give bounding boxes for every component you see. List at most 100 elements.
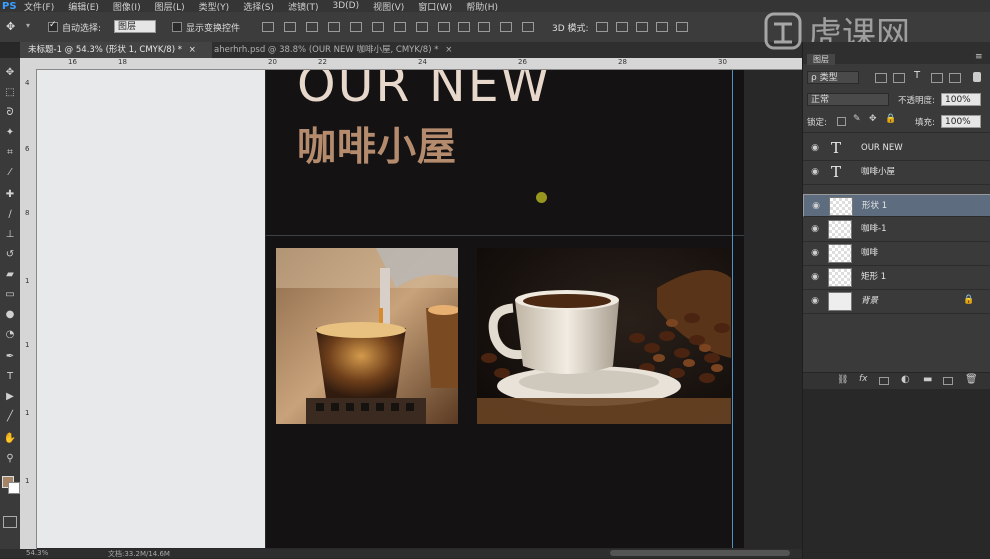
group-folder-icon[interactable]: ▬	[923, 374, 932, 385]
zoom-readout[interactable]: 54.3%	[26, 549, 48, 557]
tab-untitled[interactable]: 未标题-1 @ 54.3% (形状 1, CMYK/8) * ×	[20, 42, 212, 58]
eye-icon[interactable]: ◉	[809, 271, 821, 283]
coffee-cup-photo[interactable]	[477, 248, 731, 424]
auto-align-icon[interactable]	[522, 22, 534, 32]
menu-edit[interactable]: 编辑(E)	[68, 0, 99, 13]
guide-line[interactable]	[732, 70, 733, 548]
canvas-area[interactable]: OUR NEW 咖啡小屋	[37, 70, 802, 548]
distribute-bottom-icon[interactable]	[438, 22, 450, 32]
align-right-icon[interactable]	[372, 22, 384, 32]
layer-row-shape-1[interactable]: ◉ 形状 1	[803, 194, 990, 217]
menu-filter[interactable]: 滤镜(T)	[288, 0, 319, 13]
distribute-hcenter-icon[interactable]	[478, 22, 490, 32]
lock-all-icon[interactable]: 🔒	[885, 114, 896, 124]
gradient-tool-icon[interactable]: ▭	[2, 288, 18, 302]
shape-dot[interactable]	[536, 192, 547, 203]
path-select-icon[interactable]: ▶	[2, 390, 18, 404]
brush-tool-icon[interactable]: ∕	[2, 208, 18, 222]
tab-aherhrh[interactable]: aherhrh.psd @ 38.8% (OUR NEW 咖啡小屋, CMYK/…	[206, 42, 472, 58]
3d-roll-icon[interactable]	[616, 22, 628, 32]
type-tool-icon[interactable]: T	[2, 370, 18, 384]
menu-select[interactable]: 选择(S)	[243, 0, 274, 13]
quick-mask-icon[interactable]	[3, 516, 17, 528]
eye-icon[interactable]: ◉	[809, 247, 821, 259]
chevron-down-icon[interactable]: ▾	[26, 21, 30, 30]
layer-filter-dropdown[interactable]: ρ 类型	[807, 71, 859, 84]
menu-help[interactable]: 帮助(H)	[466, 0, 498, 13]
menu-3d[interactable]: 3D(D)	[332, 1, 359, 11]
dodge-tool-icon[interactable]: ◔	[2, 328, 18, 342]
hand-tool-icon[interactable]: ✋	[2, 432, 18, 446]
filter-smart-icon[interactable]	[949, 73, 961, 83]
tab-layers[interactable]: 图层	[807, 54, 835, 65]
close-icon[interactable]: ×	[445, 45, 452, 55]
document-page[interactable]: OUR NEW 咖啡小屋	[266, 70, 744, 548]
line-tool-icon[interactable]: ╱	[2, 410, 18, 424]
eye-icon[interactable]: ◉	[809, 223, 821, 235]
horizontal-scrollbar[interactable]	[610, 550, 790, 556]
lock-transparent-icon[interactable]	[837, 117, 846, 126]
distribute-left-icon[interactable]	[458, 22, 470, 32]
eraser-tool-icon[interactable]: ▰	[2, 268, 18, 282]
pen-tool-icon[interactable]: ✒	[2, 350, 18, 364]
adjustment-layer-icon[interactable]: ◐	[901, 374, 910, 385]
3d-pan-icon[interactable]	[636, 22, 648, 32]
move-tool-icon[interactable]: ✥	[2, 66, 18, 80]
distribute-right-icon[interactable]	[500, 22, 512, 32]
filter-type-icon[interactable]: T	[914, 70, 920, 81]
opacity-input[interactable]: 100%	[941, 93, 981, 106]
3d-slide-icon[interactable]	[656, 22, 668, 32]
layer-row-coffee-1[interactable]: ◉ 咖啡-1	[803, 218, 990, 242]
layer-row-coffee[interactable]: ◉ 咖啡	[803, 242, 990, 266]
auto-select-checkbox[interactable]: ✓	[48, 20, 58, 32]
trash-icon[interactable]: 🗑	[965, 374, 978, 385]
eye-icon[interactable]: ◉	[809, 295, 821, 307]
3d-rotate-icon[interactable]	[596, 22, 608, 32]
blur-tool-icon[interactable]: ●	[2, 308, 18, 322]
magic-wand-icon[interactable]: ✦	[2, 126, 18, 140]
lock-pixels-icon[interactable]: ✎	[853, 114, 861, 124]
blend-mode-dropdown[interactable]: 正常	[807, 93, 889, 106]
layer-row-rectangle-1[interactable]: ◉ 矩形 1	[803, 266, 990, 290]
history-brush-icon[interactable]: ↺	[2, 248, 18, 262]
fx-icon[interactable]: fx	[859, 374, 868, 384]
align-left-icon[interactable]	[328, 22, 340, 32]
menu-window[interactable]: 窗口(W)	[418, 0, 452, 13]
filter-pixel-icon[interactable]	[875, 73, 887, 83]
layer-row-coffee-house[interactable]: ◉ T 咖啡小屋	[803, 161, 990, 185]
filter-shape-icon[interactable]	[931, 73, 943, 83]
menu-image[interactable]: 图像(I)	[113, 0, 141, 13]
filter-adjust-icon[interactable]	[893, 73, 905, 83]
lasso-tool-icon[interactable]: ᘐ	[2, 106, 18, 120]
headline-our-new[interactable]: OUR NEW	[297, 70, 551, 113]
stamp-tool-icon[interactable]: ⊥	[2, 228, 18, 242]
align-hcenter-icon[interactable]	[350, 22, 362, 32]
menu-type[interactable]: 类型(Y)	[199, 0, 230, 13]
show-transform-checkbox[interactable]	[172, 22, 182, 32]
align-top-icon[interactable]	[262, 22, 274, 32]
layer-row-background[interactable]: ◉ 背景 🔒	[803, 290, 990, 314]
move-tool-icon[interactable]: ✥	[6, 20, 15, 33]
menu-file[interactable]: 文件(F)	[24, 0, 54, 13]
lock-position-icon[interactable]: ✥	[869, 114, 877, 124]
espresso-photo[interactable]	[276, 248, 458, 424]
eye-icon[interactable]: ◉	[809, 142, 821, 154]
new-layer-icon[interactable]	[943, 377, 953, 385]
eye-icon[interactable]: ◉	[809, 166, 821, 178]
distribute-top-icon[interactable]	[394, 22, 406, 32]
align-vcenter-icon[interactable]	[284, 22, 296, 32]
layer-row-our-new[interactable]: ◉ T OUR NEW	[803, 137, 990, 161]
eye-icon[interactable]: ◉	[810, 200, 822, 212]
auto-select-dropdown[interactable]: 图层	[114, 20, 156, 33]
3d-scale-icon[interactable]	[676, 22, 688, 32]
link-layers-icon[interactable]: ⛓	[837, 375, 848, 385]
eyedropper-icon[interactable]: ⁄	[2, 166, 18, 180]
headline-coffee-house[interactable]: 咖啡小屋	[297, 116, 457, 172]
close-icon[interactable]: ×	[189, 45, 196, 55]
menu-layer[interactable]: 图层(L)	[155, 0, 185, 13]
background-color-swatch[interactable]	[8, 482, 20, 494]
zoom-tool-icon[interactable]: ⚲	[2, 452, 18, 466]
marquee-tool-icon[interactable]: ⬚	[2, 86, 18, 100]
filter-toggle-icon[interactable]	[973, 72, 981, 82]
crop-tool-icon[interactable]: ⌗	[2, 146, 18, 160]
